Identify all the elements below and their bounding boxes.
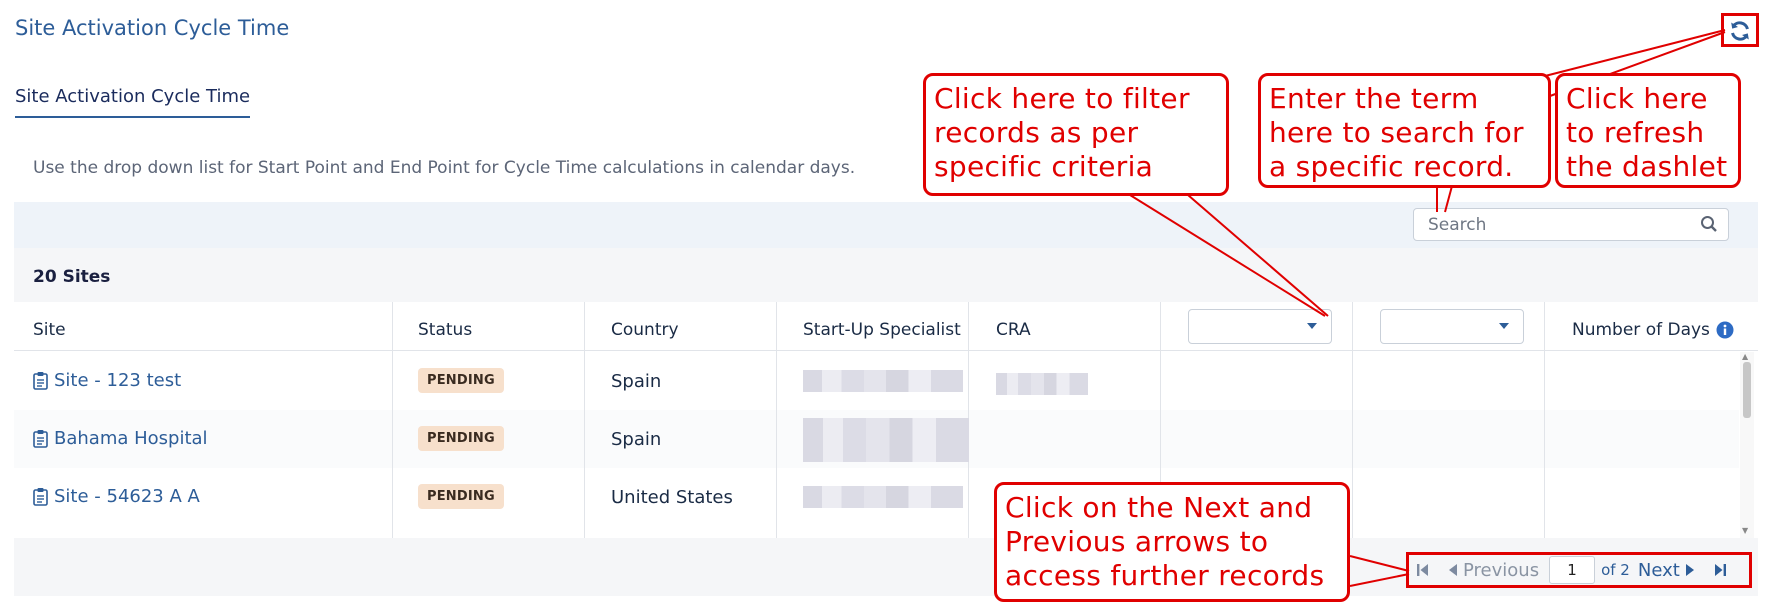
info-icon[interactable] bbox=[1716, 321, 1734, 339]
search-icon[interactable] bbox=[1700, 215, 1718, 237]
column-header-number-of-days[interactable]: Number of Days bbox=[1572, 320, 1734, 340]
clipboard-icon bbox=[33, 372, 48, 390]
column-header-startup-specialist[interactable]: Start-Up Specialist bbox=[803, 320, 961, 340]
column-header-status[interactable]: Status bbox=[418, 320, 472, 340]
redacted-cra bbox=[996, 373, 1088, 395]
redacted-specialist bbox=[803, 370, 963, 392]
chevron-down-icon bbox=[1499, 323, 1509, 329]
first-page-button[interactable] bbox=[1416, 562, 1430, 578]
refresh-icon bbox=[1731, 21, 1749, 41]
last-page-button[interactable] bbox=[1713, 562, 1727, 578]
summary-bar bbox=[14, 248, 1758, 302]
column-divider bbox=[776, 302, 777, 538]
status-badge: PENDING bbox=[418, 368, 504, 393]
column-divider bbox=[392, 302, 393, 538]
site-name: Site - 123 test bbox=[54, 370, 182, 391]
site-link[interactable]: Site - 123 test bbox=[33, 370, 181, 391]
search-field[interactable] bbox=[1413, 208, 1729, 241]
triangle-right-icon bbox=[1685, 564, 1694, 576]
scrollbar-thumb[interactable] bbox=[1743, 362, 1751, 418]
country-cell: Spain bbox=[611, 371, 662, 392]
clipboard-icon bbox=[33, 430, 48, 448]
column-header-country[interactable]: Country bbox=[611, 320, 679, 340]
status-badge: PENDING bbox=[418, 484, 504, 509]
page-number-input[interactable] bbox=[1549, 556, 1596, 584]
column-divider bbox=[584, 302, 585, 538]
column-divider bbox=[1544, 302, 1545, 538]
scroll-down-icon[interactable]: ▼ bbox=[1742, 526, 1748, 535]
chevron-down-icon bbox=[1307, 323, 1317, 329]
site-count: 20 Sites bbox=[33, 267, 111, 287]
status-badge: PENDING bbox=[418, 426, 504, 451]
first-page-icon bbox=[1417, 564, 1428, 576]
scroll-up-icon[interactable]: ▲ bbox=[1742, 352, 1748, 361]
site-link[interactable]: Site - 54623 A A bbox=[33, 486, 200, 507]
column-header-site[interactable]: Site bbox=[33, 320, 66, 340]
header-divider bbox=[14, 350, 1758, 351]
triangle-left-icon bbox=[1449, 564, 1457, 576]
next-label: Next bbox=[1637, 559, 1680, 581]
previous-label: Previous bbox=[1463, 559, 1540, 581]
page-title: Site Activation Cycle Time bbox=[15, 16, 290, 40]
site-name: Site - 54623 A A bbox=[54, 486, 200, 507]
redacted-specialist bbox=[803, 486, 963, 508]
annotation-pager: Click on the Next and Previous arrows to… bbox=[994, 482, 1350, 602]
last-page-icon bbox=[1714, 564, 1726, 576]
redacted-specialist bbox=[803, 418, 969, 462]
end-point-select[interactable] bbox=[1380, 309, 1524, 344]
annotation-filter: Click here to filter records as per spec… bbox=[923, 73, 1229, 196]
page-count: of 2 bbox=[1601, 561, 1630, 579]
country-cell: Spain bbox=[611, 429, 662, 450]
start-point-select[interactable] bbox=[1188, 309, 1332, 344]
site-name: Bahama Hospital bbox=[54, 428, 208, 449]
pagination: Previous of 2 Next bbox=[1410, 554, 1727, 586]
annotation-search: Enter the term here to search for a spec… bbox=[1258, 73, 1551, 188]
tab-site-activation-cycle-time[interactable]: Site Activation Cycle Time bbox=[15, 86, 251, 118]
column-header-cra[interactable]: CRA bbox=[996, 320, 1031, 340]
refresh-button[interactable] bbox=[1724, 17, 1756, 45]
previous-button[interactable]: Previous bbox=[1448, 560, 1539, 581]
clipboard-icon bbox=[33, 488, 48, 506]
column-divider bbox=[1352, 302, 1353, 538]
column-header-label: Number of Days bbox=[1572, 320, 1710, 340]
search-input[interactable] bbox=[1428, 215, 1688, 235]
annotation-refresh: Click here to refresh the dashlet bbox=[1555, 73, 1741, 188]
next-button[interactable]: Next bbox=[1638, 560, 1695, 581]
country-cell: United States bbox=[611, 487, 733, 508]
description-text: Use the drop down list for Start Point a… bbox=[33, 158, 856, 178]
site-link[interactable]: Bahama Hospital bbox=[33, 428, 208, 449]
